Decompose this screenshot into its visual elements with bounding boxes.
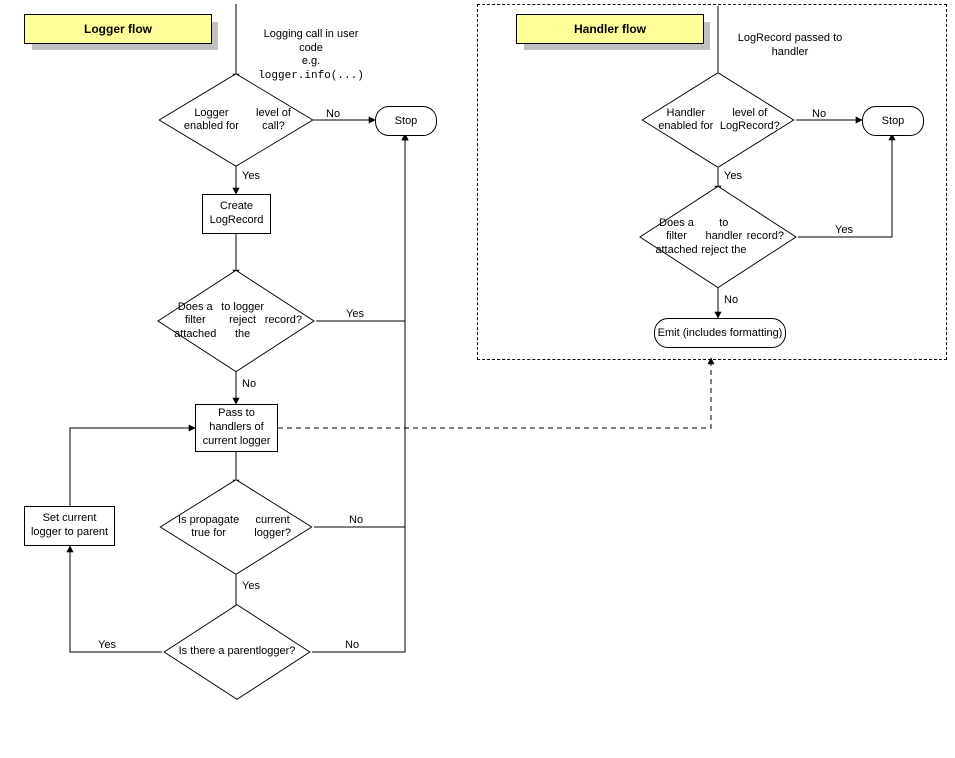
- logger-d1-yes: Yes: [242, 170, 260, 184]
- handler-d1-enabled: Handler enabled forlevel of LogRecord?: [640, 80, 796, 160]
- logger-d2-no: No: [242, 378, 256, 392]
- logger-incoming-l3: e.g.: [302, 55, 320, 67]
- logger-stop-text: Stop: [395, 115, 418, 127]
- logger-d2-l1: Does a filter attached: [170, 301, 220, 341]
- logger-incoming-code: logger.info(...): [258, 70, 364, 82]
- logger-p2-l1: Pass to: [218, 407, 255, 419]
- logger-d4-l1: Is there a parent: [179, 645, 259, 658]
- logger-d3-no: No: [349, 514, 363, 528]
- handler-emit-text: Emit (includes formatting): [658, 327, 783, 339]
- logger-d4-no: No: [345, 639, 359, 653]
- logger-p1-l2: LogRecord: [210, 214, 264, 226]
- handler-d2-l2: to handler reject the: [701, 217, 747, 257]
- logger-p2-l2: handlers of: [209, 421, 263, 433]
- handler-d2-yes: Yes: [835, 224, 853, 238]
- handler-d2-l1: Does a filter attached: [652, 217, 701, 257]
- logger-set-parent: Set current logger to parent: [24, 506, 115, 546]
- handler-d1-yes: Yes: [724, 170, 742, 184]
- logger-d3-propagate: Is propagate true forcurrent logger?: [158, 486, 314, 568]
- logger-d2-filter: Does a filter attachedto logger reject t…: [156, 276, 316, 366]
- handler-d2-no: No: [724, 294, 738, 308]
- handler-incoming-l2: handler: [772, 46, 809, 58]
- handler-d2-l3: record?: [747, 230, 784, 243]
- handler-incoming-l1: LogRecord passed to: [738, 32, 843, 44]
- logger-d1-no: No: [326, 108, 340, 122]
- handler-emit: Emit (includes formatting): [654, 318, 786, 348]
- logger-d4-parent: Is there a parentlogger?: [162, 612, 312, 692]
- logger-incoming-l1: Logging call in user: [264, 28, 359, 40]
- logger-d2-l2: to logger reject the: [220, 301, 264, 341]
- title-logger: Logger flow: [24, 14, 212, 44]
- logger-d4-l2: logger?: [259, 645, 296, 658]
- logger-create-record: Create LogRecord: [202, 194, 271, 234]
- logger-pass-handlers: Pass to handlers of current logger: [195, 404, 278, 452]
- handler-d1-l2: level of LogRecord?: [718, 107, 782, 133]
- title-logger-text: Logger flow: [84, 22, 152, 36]
- logger-d3-yes: Yes: [242, 580, 260, 594]
- handler-stop: Stop: [862, 106, 924, 136]
- handler-d1-no: No: [812, 108, 826, 122]
- logger-d1-l2: level of call?: [249, 107, 298, 133]
- logger-stop: Stop: [375, 106, 437, 136]
- logger-loop-l1: Set current: [43, 512, 97, 524]
- logger-incoming-text: Logging call in user code e.g. logger.in…: [246, 14, 376, 84]
- handler-stop-text: Stop: [882, 115, 905, 127]
- logger-d1-l1: Logger enabled for: [174, 107, 249, 133]
- logger-d3-l2: current logger?: [245, 514, 300, 540]
- logger-d2-l3: record?: [265, 314, 302, 327]
- handler-flow-group: [477, 4, 947, 360]
- logger-p1-l1: Create: [220, 200, 253, 212]
- logger-loop-l2: logger to parent: [31, 526, 108, 538]
- logger-incoming-l2: code: [299, 42, 323, 54]
- logger-d1-enabled: Logger enabled forlevel of call?: [160, 80, 312, 160]
- handler-incoming-text: LogRecord passed to handler: [730, 18, 850, 59]
- handler-d2-filter: Does a filter attachedto handler reject …: [638, 192, 798, 282]
- logger-p2-l3: current logger: [203, 435, 271, 447]
- logger-d4-yes: Yes: [98, 639, 116, 653]
- logger-d2-yes: Yes: [346, 308, 364, 322]
- handler-d1-l1: Handler enabled for: [654, 107, 718, 133]
- logger-d3-l1: Is propagate true for: [172, 514, 245, 540]
